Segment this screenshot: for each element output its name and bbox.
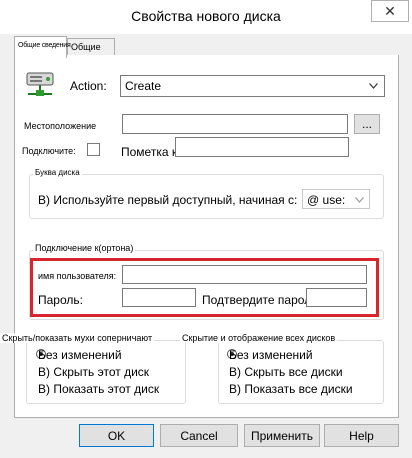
username-label: имя пользователя: xyxy=(38,271,117,281)
drive-letter-mode-label: В) Используйте первый доступный, начиная… xyxy=(38,193,298,207)
location-input[interactable] xyxy=(122,114,348,134)
username-input[interactable] xyxy=(122,265,367,284)
hide-show-all-title: Скрытие и отображение всех дисков xyxy=(180,333,338,343)
label-as-input[interactable] xyxy=(175,137,349,157)
window-title: Свойства нового диска xyxy=(131,8,281,24)
network-drive-icon xyxy=(26,72,54,96)
browse-label: ... xyxy=(361,117,372,131)
chevron-down-icon xyxy=(369,83,378,89)
drive-letter-select[interactable]: @ use: xyxy=(302,189,370,209)
drive-letter-group-title: Буква диска xyxy=(33,168,82,177)
location-label: Местоположение xyxy=(24,121,97,131)
password-label: Пароль: xyxy=(38,293,83,307)
close-button[interactable]: ✕ xyxy=(371,0,409,22)
tab-common-label: Общие xyxy=(71,42,101,52)
apply-label: Применить xyxy=(250,428,313,443)
radio-this-hide-label[interactable]: В) Скрыть этот диск xyxy=(38,365,149,379)
help-label: Help xyxy=(349,428,374,443)
tab-general-info-label: Общие сведения xyxy=(18,42,71,49)
action-select[interactable]: Create xyxy=(120,75,385,97)
browse-button[interactable]: ... xyxy=(354,114,380,134)
help-button[interactable]: Help xyxy=(324,424,399,447)
action-value: Create xyxy=(125,79,162,93)
cancel-label: Cancel xyxy=(180,428,218,443)
radio-this-show-label[interactable]: В) Показать этот диск xyxy=(38,382,159,396)
confirm-password-label: Подтвердите пароль: xyxy=(202,293,321,307)
radio-this-no-change-label: Без изменений xyxy=(38,348,122,362)
ok-button[interactable]: OK xyxy=(79,424,154,447)
chevron-down-icon xyxy=(355,197,364,203)
apply-button[interactable]: Применить xyxy=(244,424,320,447)
action-label: Action: xyxy=(70,79,107,93)
reconnect-label: Подключите: xyxy=(22,146,76,156)
confirm-password-input[interactable] xyxy=(306,288,367,307)
radio-all-hide-label[interactable]: В) Скрыть все диски xyxy=(229,365,343,379)
close-icon: ✕ xyxy=(384,2,396,19)
connect-as-group-title: Подключение к(ортона) xyxy=(33,243,136,253)
radio-all-show-label[interactable]: В) Показать все диски xyxy=(229,382,353,396)
reconnect-checkbox[interactable] xyxy=(87,143,100,156)
cancel-button[interactable]: Cancel xyxy=(160,424,238,447)
ok-label: OK xyxy=(107,428,126,443)
drive-letter-value: @ use: xyxy=(307,193,346,207)
hide-show-this-title: Скрыть/показать мухи соперничают xyxy=(0,333,155,343)
password-input[interactable] xyxy=(122,288,196,307)
tab-general-info[interactable]: Общие сведения xyxy=(14,36,71,58)
radio-all-no-change-label: Без изменений xyxy=(229,348,313,362)
